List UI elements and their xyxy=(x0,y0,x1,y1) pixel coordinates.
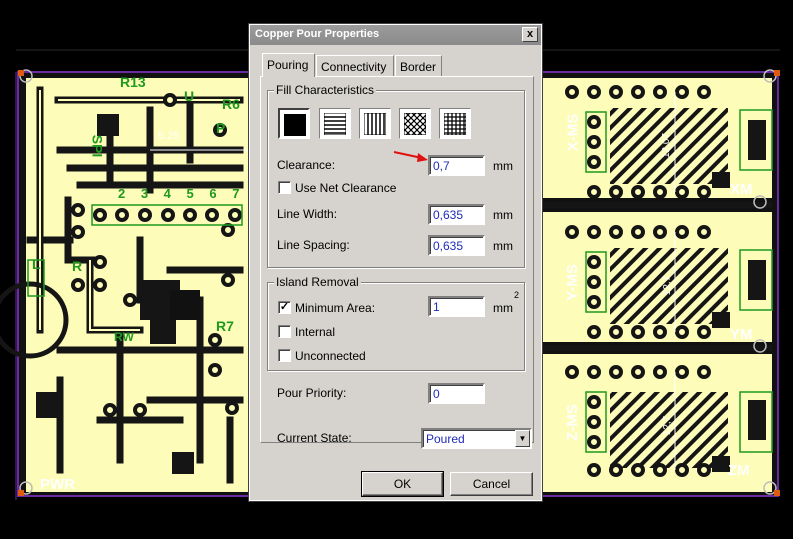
copper-pour-properties-dialog: Copper Pour Properties x Pouring Connect… xyxy=(248,23,543,502)
board-corner-marker xyxy=(774,70,780,76)
line-width-unit: mm xyxy=(493,208,513,222)
current-state-label: Current State: xyxy=(277,431,352,445)
line-width-label: Line Width: xyxy=(277,207,338,221)
fill-vertical-button[interactable] xyxy=(359,108,391,139)
dialog-title: Copper Pour Properties xyxy=(255,28,380,40)
close-button[interactable]: x xyxy=(522,27,538,42)
silk-label-spi: SPI xyxy=(89,134,106,158)
clearance-input[interactable]: 0,7 xyxy=(428,155,485,176)
island-removal-title: Island Removal xyxy=(274,275,361,289)
pour-priority-input[interactable]: 0 xyxy=(428,383,485,404)
silk-label-p: P xyxy=(216,120,226,136)
internal-label: Internal xyxy=(295,325,336,339)
ok-button[interactable]: OK xyxy=(361,471,444,497)
tab-pouring[interactable]: Pouring xyxy=(262,53,315,77)
line-width-input[interactable]: 0,635 xyxy=(428,204,485,225)
silk-label-dim-z: 12,7 xyxy=(662,415,674,436)
clearance-label: Clearance: xyxy=(277,158,336,172)
silk-label-r7: R7 xyxy=(216,318,234,334)
close-icon: x xyxy=(526,28,534,40)
fill-solid-icon xyxy=(284,114,306,136)
pointer-arrow-icon xyxy=(393,151,428,162)
chevron-down-icon[interactable]: ▼ xyxy=(515,430,530,447)
silk-label-x-ms: X-MS xyxy=(564,113,582,152)
fill-solid-button[interactable] xyxy=(278,108,310,139)
fill-diagonal-cross-icon xyxy=(404,113,426,135)
unconnected-checkbox[interactable] xyxy=(278,349,291,362)
silk-label-y-ms: Y-MS xyxy=(563,264,581,301)
silk-label-z-ms: Z-MS xyxy=(563,404,581,441)
minimum-area-input[interactable]: 1 xyxy=(428,296,485,317)
pour-priority-label: Pour Priority: xyxy=(277,386,347,400)
silk-label-l: L xyxy=(32,256,41,272)
tab-border[interactable]: Border xyxy=(395,55,442,77)
minimum-area-exponent: 2 xyxy=(514,290,520,300)
fill-cross-hatch-icon xyxy=(444,113,466,135)
fill-horizontal-icon xyxy=(324,113,346,135)
fill-characteristics-title: Fill Characteristics xyxy=(274,83,377,97)
fill-cross-hatch-button[interactable] xyxy=(439,108,471,139)
silk-label-pwr: PWR xyxy=(40,476,75,493)
silk-label-ym: YM xyxy=(730,326,753,343)
silk-label-r6: R6 xyxy=(222,96,240,112)
dialog-titlebar[interactable]: Copper Pour Properties x xyxy=(250,25,541,45)
silk-label-dim-x: 12,07 xyxy=(661,132,673,159)
internal-checkbox[interactable] xyxy=(278,325,291,338)
fill-vertical-icon xyxy=(364,113,386,135)
line-spacing-label: Line Spacing: xyxy=(277,238,350,252)
tab-connectivity[interactable]: Connectivity xyxy=(316,55,394,77)
board-corner-marker xyxy=(18,70,24,76)
unconnected-label: Unconnected xyxy=(295,349,366,363)
silk-label-u: U xyxy=(184,88,195,104)
pcb-editor-canvas[interactable]: R13 R6 U SPI P 5.25 L R 2 3 4 5 6 7 8 R7… xyxy=(0,0,793,539)
current-state-select[interactable]: Poured ▼ xyxy=(421,428,532,449)
tab-pouring-label: Pouring xyxy=(267,58,309,72)
silk-label-r: R xyxy=(72,258,83,274)
use-net-clearance-checkbox[interactable] xyxy=(278,181,291,194)
minimum-area-label: Minimum Area: xyxy=(295,301,376,315)
silk-label-dim-y: 12,7 xyxy=(662,275,674,296)
current-state-value: Poured xyxy=(426,432,465,446)
line-spacing-unit: mm xyxy=(493,239,513,253)
silk-label-zm: ZM xyxy=(728,462,750,479)
silk-label-xm: XM xyxy=(730,181,753,198)
silk-label-pin-numbers: 2 3 4 5 6 7 8 xyxy=(118,186,269,201)
silk-label-rw: RW xyxy=(114,330,134,344)
silk-label-dim-left: 5.25 xyxy=(158,130,180,142)
minimum-area-unit: mm xyxy=(493,301,513,315)
use-net-clearance-label: Use Net Clearance xyxy=(295,181,397,195)
cancel-button[interactable]: Cancel xyxy=(450,472,533,496)
tab-connectivity-label: Connectivity xyxy=(321,60,387,74)
minimum-area-checkbox[interactable]: ✓ xyxy=(278,301,291,314)
board-corner-marker xyxy=(18,490,24,496)
fill-diagonal-cross-button[interactable] xyxy=(399,108,431,139)
line-spacing-input[interactable]: 0,635 xyxy=(428,235,485,256)
silk-label-r13: R13 xyxy=(120,74,146,90)
board-corner-marker xyxy=(774,490,780,496)
tab-border-label: Border xyxy=(400,60,437,74)
clearance-unit: mm xyxy=(493,159,513,173)
fill-horizontal-button[interactable] xyxy=(319,108,351,139)
